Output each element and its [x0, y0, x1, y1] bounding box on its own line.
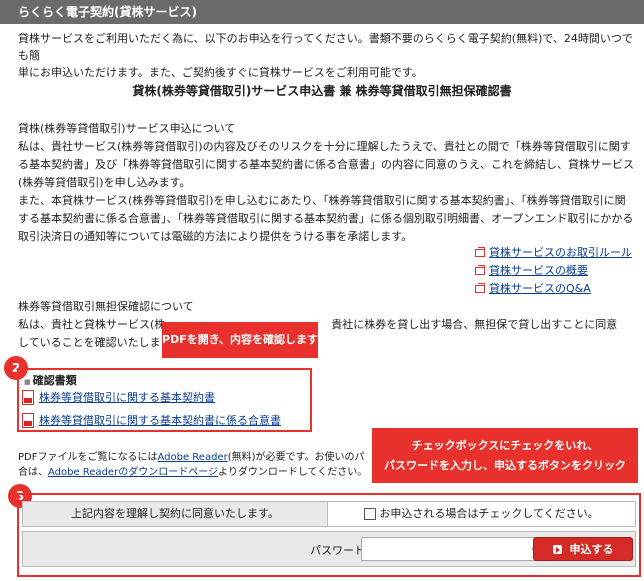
external-link-icon [475, 265, 485, 275]
section-line: (株券等貸借取引)を申し込みます。 [18, 176, 191, 189]
note-line: 合は、Adobe Readerのダウンロードページよりダウンロードしてください。 [18, 465, 368, 480]
agreement-checkbox[interactable] [364, 508, 377, 520]
agreement-checkbox-area[interactable]: お申込される場合はチェックしてください。 [328, 502, 635, 526]
link-service-overview[interactable]: 貸株サービスの概要 [475, 262, 632, 280]
submit-label[interactable]: 申込する [570, 541, 614, 557]
section-heading: 貸株(株券等貸借取引)サービス申込について [18, 122, 236, 135]
note-text: PDFファイルをご覧になるには [18, 452, 158, 463]
adobe-reader-note: PDFファイルをご覧になるにはAdobe Reader(無料)が必要です。お使い… [18, 450, 368, 480]
section-line: する基本契約書に係る合意書」、「株券等貸借取引に関する基本契約書」に係る個別取引… [18, 212, 634, 225]
document-title: 貸株(株券等貸借取引)サービス申込書 兼 株券等貸借取引無担保確認書 [132, 84, 512, 98]
link-label[interactable]: 貸株サービスのお取引ルール [489, 244, 632, 262]
callout-line: パスワードを入力し、申込するボタンをクリック [384, 459, 626, 472]
confirm-documents-title: 確認書類 [24, 372, 77, 388]
adobe-reader-link[interactable]: Adobe Reader [157, 452, 227, 463]
agreement-row: 上記内容を理解し契約に同意いたします。 お申込される場合はチェックしてください。 [22, 501, 636, 527]
section-heading: 株券等貸借取引無担保確認について [18, 300, 194, 313]
section-line: していることを確認いたしま [18, 336, 161, 349]
link-label[interactable]: 貸株サービスの概要 [489, 262, 588, 280]
note-line: PDFファイルをご覧になるにはAdobe Reader(無料)が必要です。お使い… [18, 450, 368, 465]
pdf-link-label[interactable]: 株券等貸借取引に関する基本契約書に係る合意書 [39, 412, 281, 428]
section-line: る基本契約書」及び「株券等貸借取引に関する基本契約書に係る合意書」の内容に同意の… [18, 158, 634, 171]
section-text: 貴社に株券を貸し出す場合、無担保で貸し出すことに同意 [331, 318, 618, 331]
external-link-icon [475, 283, 485, 293]
link-service-qa[interactable]: 貸株サービスのQ&A [475, 280, 632, 298]
note-text: (無料)が必要です。お使いのパ [227, 452, 365, 463]
lending-service-section: 貸株(株券等貸借取引)サービス申込について 私は、貴社サービス(株券等貸借取引)… [18, 120, 636, 246]
password-input[interactable] [361, 537, 551, 561]
pdf-document-basic-contract[interactable]: 株券等貸借取引に関する基本契約書 [22, 389, 215, 405]
pdf-icon [22, 389, 34, 405]
adobe-download-link[interactable]: Adobe Readerのダウンロードページ [48, 467, 218, 478]
pdf-icon [22, 412, 34, 428]
intro-line-2: 単にお申込いただけます。また、ご契約後すぐに貸株サービスをご利用可能です。 [18, 66, 423, 79]
section-line: 私は、貴社と貸株サービス(株 貴社に株券を貸し出す場合、無担保で貸し出すことに同意 [18, 316, 636, 334]
intro-line-1: 貸株サービスをご利用いただく為に、以下のお申込を行ってください。書類不要のらくら… [18, 32, 633, 62]
callout-line: チェックボックスにチェックをいれ、 [411, 439, 599, 452]
arrow-right-icon [552, 544, 562, 554]
step-callout-pdf: PDFを開き、内容を確認します [162, 322, 318, 358]
submit-application-button[interactable]: 申込する [533, 537, 633, 561]
password-row: パスワード 申込する [22, 531, 636, 567]
pdf-document-agreement[interactable]: 株券等貸借取引に関する基本契約書に係る合意書 [22, 412, 281, 428]
note-text: 合は、 [18, 467, 48, 478]
link-label[interactable]: 貸株サービスのQ&A [489, 280, 591, 298]
link-trading-rules[interactable]: 貸株サービスのお取引ルール [475, 244, 632, 262]
section-line: 私は、貴社サービス(株券等貸借取引)の内容及びそのリスクを十分に理解したうえで、… [18, 140, 631, 153]
section-text: 私は、貴社と貸株サービス(株 [18, 318, 166, 331]
checkbox-label[interactable]: お申込される場合はチェックしてください。 [379, 502, 598, 526]
intro-text: 貸株サービスをご利用いただく為に、以下のお申込を行ってください。書類不要のらくら… [18, 30, 638, 81]
pdf-link-label[interactable]: 株券等貸借取引に関する基本契約書 [39, 389, 215, 405]
external-link-icon [475, 247, 485, 257]
related-links: 貸株サービスのお取引ルール 貸株サービスの概要 貸株サービスのQ&A [475, 244, 632, 298]
note-text: よりダウンロードしてください。 [218, 467, 368, 478]
section-line: また、本貸株サービス(株券等貸借取引)を申し込むにあたり、「株券等貸借取引に関す… [18, 194, 626, 207]
agreement-text: 上記内容を理解し契約に同意いたします。 [23, 502, 328, 526]
unsecured-confirmation-section: 株券等貸借取引無担保確認について 私は、貴社と貸株サービス(株 貴社に株券を貸し出… [18, 298, 636, 352]
page-header: らくらく電子契約(貸株サービス) [0, 0, 644, 24]
step-callout-submit: チェックボックスにチェックをいれ、 パスワードを入力し、申込するボタンをクリック [372, 428, 638, 483]
password-label: パスワード [310, 544, 365, 557]
